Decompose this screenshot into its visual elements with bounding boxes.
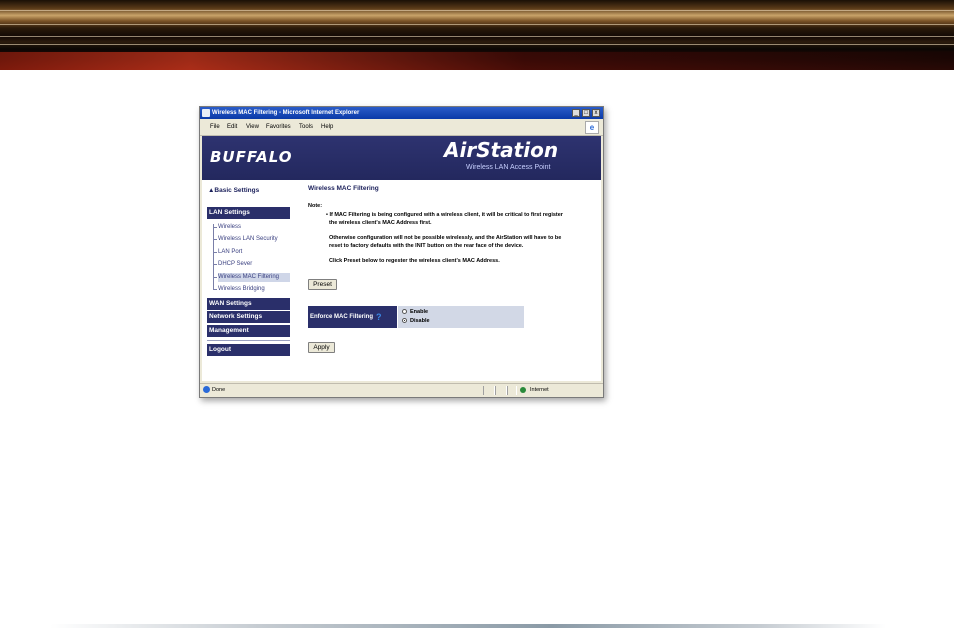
tree-tick [213,227,217,228]
menu-view[interactable]: View [246,124,259,131]
status-pane [507,386,517,395]
tree-tick [213,264,217,265]
mac-filtering-options: Enable Disable [398,306,524,328]
tree-tick [213,252,217,253]
nav-wan-settings[interactable]: WAN Settings [207,298,290,310]
note-label: Note: [308,203,323,209]
window-title: Wireless MAC Filtering - Microsoft Inter… [212,110,360,116]
decorative-rule [50,624,886,628]
ie-page-icon [202,109,210,117]
page-header: BUFFALO AirStation Wireless LAN Access P… [202,136,601,180]
nav-tree-line [213,224,214,290]
status-bar: Done Internet [200,383,603,397]
nav-network-settings[interactable]: Network Settings [207,311,290,323]
tree-tick [213,239,217,240]
decorative-banner [0,0,954,70]
note-text: • If MAC Filtering is being configured w… [326,212,563,218]
help-icon[interactable]: ? [376,312,382,322]
note-text: reset to factory defaults with the INIT … [329,243,524,249]
note-text: Click Preset below to regester the wirel… [329,258,500,264]
minimize-button[interactable]: _ [572,109,580,117]
browser-window: Wireless MAC Filtering - Microsoft Inter… [199,106,604,398]
enable-label: Enable [410,309,429,315]
menu-help[interactable]: Help [321,124,333,131]
nav-item-wireless[interactable]: Wireless [218,223,241,232]
nav-item-lan-port[interactable]: LAN Port [218,248,242,257]
status-pane [483,386,495,395]
nav-lan-settings[interactable]: LAN Settings [207,207,290,219]
apply-button[interactable]: Apply [308,342,335,353]
close-button[interactable]: x [592,109,600,117]
menu-bar: File Edit View Favorites Tools Help [200,120,603,136]
nav-divider [207,340,290,341]
maximize-button[interactable]: □ [582,109,590,117]
nav-item-wireless-mac-filtering[interactable]: Wireless MAC Filtering [218,273,290,282]
menu-tools[interactable]: Tools [299,124,313,131]
note-text: the wireless client's MAC Address first. [329,220,432,226]
tree-tick [213,289,217,290]
page-title: Wireless MAC Filtering [308,185,379,192]
disable-label: Disable [410,318,430,324]
mac-filtering-option-row: Enforce MAC Filtering ? Enable Disable [308,306,524,328]
enforce-mac-filtering-label: Enforce MAC Filtering [308,306,397,328]
nav-management[interactable]: Management [207,325,290,337]
airstation-logo: AirStation [444,138,559,162]
title-bar: Wireless MAC Filtering - Microsoft Inter… [200,107,603,119]
tree-tick [213,277,217,278]
menu-file[interactable]: File [210,124,220,131]
nav-item-wireless-bridging[interactable]: Wireless Bridging [218,285,265,294]
zone-text: Internet [530,387,549,393]
menu-edit[interactable]: Edit [227,124,237,131]
buffalo-logo: BUFFALO [210,148,293,166]
page-done-icon [203,386,210,393]
nav-item-wireless-lan-security[interactable]: Wireless LAN Security [218,235,278,244]
enable-radio[interactable] [402,309,407,314]
preset-button[interactable]: Preset [308,279,337,290]
page-content: BUFFALO AirStation Wireless LAN Access P… [202,136,601,381]
note-text: Otherwise configuration will not be poss… [329,235,562,241]
status-pane [495,386,507,395]
windows-logo-icon: e [585,121,599,134]
internet-zone-icon [520,387,526,393]
nav-basic-settings[interactable]: ▲Basic Settings [208,187,259,194]
menu-favorites[interactable]: Favorites [266,124,291,131]
status-text: Done [212,387,226,393]
nav-logout[interactable]: Logout [207,344,290,356]
disable-radio[interactable] [402,318,407,323]
product-subtitle: Wireless LAN Access Point [466,164,551,171]
nav-item-dhcp-server[interactable]: DHCP Sever [218,260,252,269]
